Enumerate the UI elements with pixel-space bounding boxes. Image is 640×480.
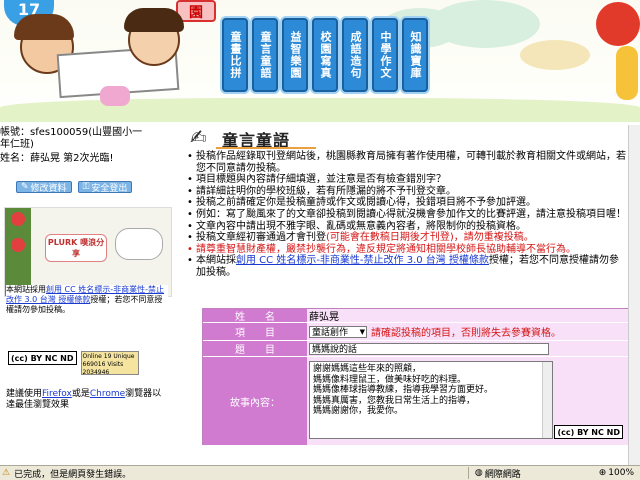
flower-decoration (11, 238, 25, 252)
sun-decoration (596, 2, 640, 46)
title-label: 題 目 (203, 341, 307, 357)
rule-item: 項目標題與內容請仔細填選，並注意是否有檢查錯別字？ (186, 174, 626, 186)
warning-icon[interactable]: ⚠ (2, 468, 10, 478)
license-notice: 本網站採用創用 CC 姓名標示-非商業性-禁止改作 3.0 台灣 授權條款授權；… (6, 285, 168, 315)
rule-item: 投稿文章經初審通過才會刊登(可能會在數稿日期後才刊登)，請勿重複投稿。 (186, 232, 626, 244)
form-row-name: 姓 名 薛弘晃 (203, 309, 631, 323)
flower-decoration (11, 212, 25, 226)
badges: (cc) BY NC ND Online 19 Unique 669016 Vi… (8, 351, 139, 376)
nav-zhongxue-zuowen[interactable]: 中學作文 (372, 18, 398, 92)
textarea-scrollbar[interactable] (542, 362, 552, 438)
name-value: 薛弘晃 (307, 309, 631, 323)
browser-recommendation: 建議使用Firefox或是Chrome瀏覽器以達最佳瀏覽效果 (6, 389, 162, 410)
content-cell: 謝謝媽媽這些年來的照顧， 媽媽像料理鼠王，做美味好吃的料理。 媽媽像棒球指導教練… (307, 357, 631, 446)
cc-license-badge: (cc) BY NC ND (554, 425, 623, 439)
cloud-decoration (430, 0, 540, 48)
plurk-share-button[interactable]: PLURK 噗浪分享 (45, 234, 107, 262)
left-sidebar: 帳號：sfes100059(山豐國小一年仁班) 姓名：薛弘晃 第2次光臨! ✎ 修… (0, 125, 185, 465)
title-input[interactable]: 媽媽說的話 (309, 342, 549, 355)
rule-item: 投稿之前請確定你是投稿童詩或作文或閱讀心得，投錯項目將不予參加評選。 (186, 197, 626, 209)
zone-label: 網際網路 (484, 469, 521, 480)
banner-wave (0, 98, 640, 122)
item-cell: 童話創作 ▼ 請確認投稿的項目，否則將失去參賽資格。 (307, 323, 631, 341)
dog-mascot-icon (115, 228, 163, 260)
chevron-down-icon: ▼ (359, 327, 365, 336)
rule-item: 請尊重智慧財產權，嚴禁抄襲行為，違反規定將通知相關學校師長協助輔導不當行為。 (186, 244, 626, 256)
nav-yizhi-leyuan[interactable]: 益智樂園 (282, 18, 308, 92)
rule-item: 本網站採創用 CC 姓名標示-非商業性-禁止改作 3.0 台灣 授權條款授權；若… (186, 255, 626, 278)
name-label: 姓 名 (203, 309, 307, 323)
page: 17 園 童畫比拼 童言童語 益智樂園 校園寫真 成語造句 中學作文 知識寶庫 … (0, 0, 640, 480)
nav-tonghua-bipin[interactable]: 童畫比拼 (222, 18, 248, 92)
browser-status-bar: ⚠ 已完成，但是網頁發生錯誤。 ◍ 網際網路 ⊕ 100% (0, 465, 640, 480)
content-label: 故事內容： (203, 357, 307, 446)
cloud-decoration (520, 40, 590, 70)
visitor-counter: Online 19 Unique 669016 Visits 2034946 (80, 351, 139, 376)
lock-icon: ⚿ (82, 182, 90, 192)
zoom-icon: ⊕ (598, 468, 607, 478)
firefox-link[interactable]: Firefox (42, 389, 72, 399)
boy-hair (14, 14, 74, 40)
form-row-title: 題 目 媽媽說的話 (203, 341, 631, 357)
logout-button[interactable]: ⚿ 安全登出 (77, 181, 133, 194)
zoom-level[interactable]: 100% (608, 468, 634, 478)
item-label: 項 目 (203, 323, 307, 341)
rule-item: 請詳細註明你的學校班級，若有所隱漏的將不予刊登交章。 (186, 186, 626, 198)
form-row-content: 故事內容： 謝謝媽媽這些年來的照顧， 媽媽像料理鼠王，做美味好吃的料理。 媽媽像… (203, 357, 631, 446)
rule-item: 投稿作品經錄取刊登網站後，桃園縣教育局擁有著作使用權，可轉刊載於教育相關文件或網… (186, 151, 626, 174)
rule-item: 例如：寫了颱風來了的文章卻投稿到閱讀心得就沒機會參加作文的比賽評選，請注意投稿項… (186, 209, 626, 221)
license-link[interactable]: 創用 CC 姓名標示-非商業性-禁止改作 3.0 台灣 授權條款 (236, 255, 489, 266)
item-select[interactable]: 童話創作 ▼ (309, 325, 367, 338)
account-line: 帳號：sfes100059(山豐國小一年仁班) (0, 127, 143, 150)
nav-zhishi-baoku[interactable]: 知識寶庫 (402, 18, 428, 92)
content-textarea[interactable]: 謝謝媽媽這些年來的照顧， 媽媽像料理鼠王，做美味好吃的料理。 媽媽像棒球指導教練… (309, 361, 553, 439)
heart-decoration (100, 86, 130, 106)
submission-rules: 投稿作品經錄取刊登網站後，桃園縣教育局擁有著作使用權，可轉刊載於教育相關文件或網… (186, 151, 626, 279)
pencil-icon: ✍ (190, 125, 207, 149)
main-content: ✍ 童言童語 投稿作品經錄取刊登網站後，桃園縣教育局擁有著作使用權，可轉刊載於教… (186, 125, 631, 465)
edit-profile-button[interactable]: ✎ 修改資料 (16, 181, 72, 194)
cc-license-badge[interactable]: (cc) BY NC ND (8, 351, 77, 365)
chrome-link[interactable]: Chrome (90, 389, 125, 399)
status-text: 已完成，但是網頁發生錯誤。 (14, 469, 132, 480)
girl-hair (124, 8, 184, 32)
section-header: ✍ 童言童語 (186, 125, 386, 150)
submission-form: 姓 名 薛弘晃 項 目 童話創作 ▼ 請確認投稿的項目，否則將失去參賽資格。 題 … (202, 308, 631, 446)
name-line: 姓名：薛弘晃 第2次光臨! (0, 153, 114, 164)
nav-chengyu-zaoju[interactable]: 成語造句 (342, 18, 368, 92)
item-warning: 請確認投稿的項目，否則將失去參賽資格。 (371, 328, 561, 339)
nav-tongyan-tongyu[interactable]: 童言童語 (252, 18, 278, 92)
title-underline (216, 147, 316, 149)
rule-item: 文章內容中請出現不雅字眼、亂碼或無意義內容者，將限制你的投稿資格。 (186, 221, 626, 233)
edit-icon: ✎ (21, 182, 29, 192)
divider (467, 467, 469, 479)
form-row-item: 項 目 童話創作 ▼ 請確認投稿的項目，否則將失去參賽資格。 (203, 323, 631, 341)
page-scrollbar[interactable] (628, 125, 640, 465)
title-cell: 媽媽說的話 (307, 341, 631, 357)
nav-xiaoyuan-xiezhen[interactable]: 校園寫真 (312, 18, 338, 92)
header-banner: 17 園 童畫比拼 童言童語 益智樂園 校園寫真 成語造句 中學作文 知識寶庫 (0, 0, 640, 122)
pencil-decoration (616, 46, 638, 100)
main-nav: 童畫比拼 童言童語 益智樂園 校園寫真 成語造句 中學作文 知識寶庫 (222, 18, 428, 92)
globe-icon: ◍ (474, 468, 483, 478)
side-illustration: PLURK 噗浪分享 (4, 207, 172, 297)
user-actions: ✎ 修改資料 ⚿ 安全登出 (16, 181, 133, 194)
